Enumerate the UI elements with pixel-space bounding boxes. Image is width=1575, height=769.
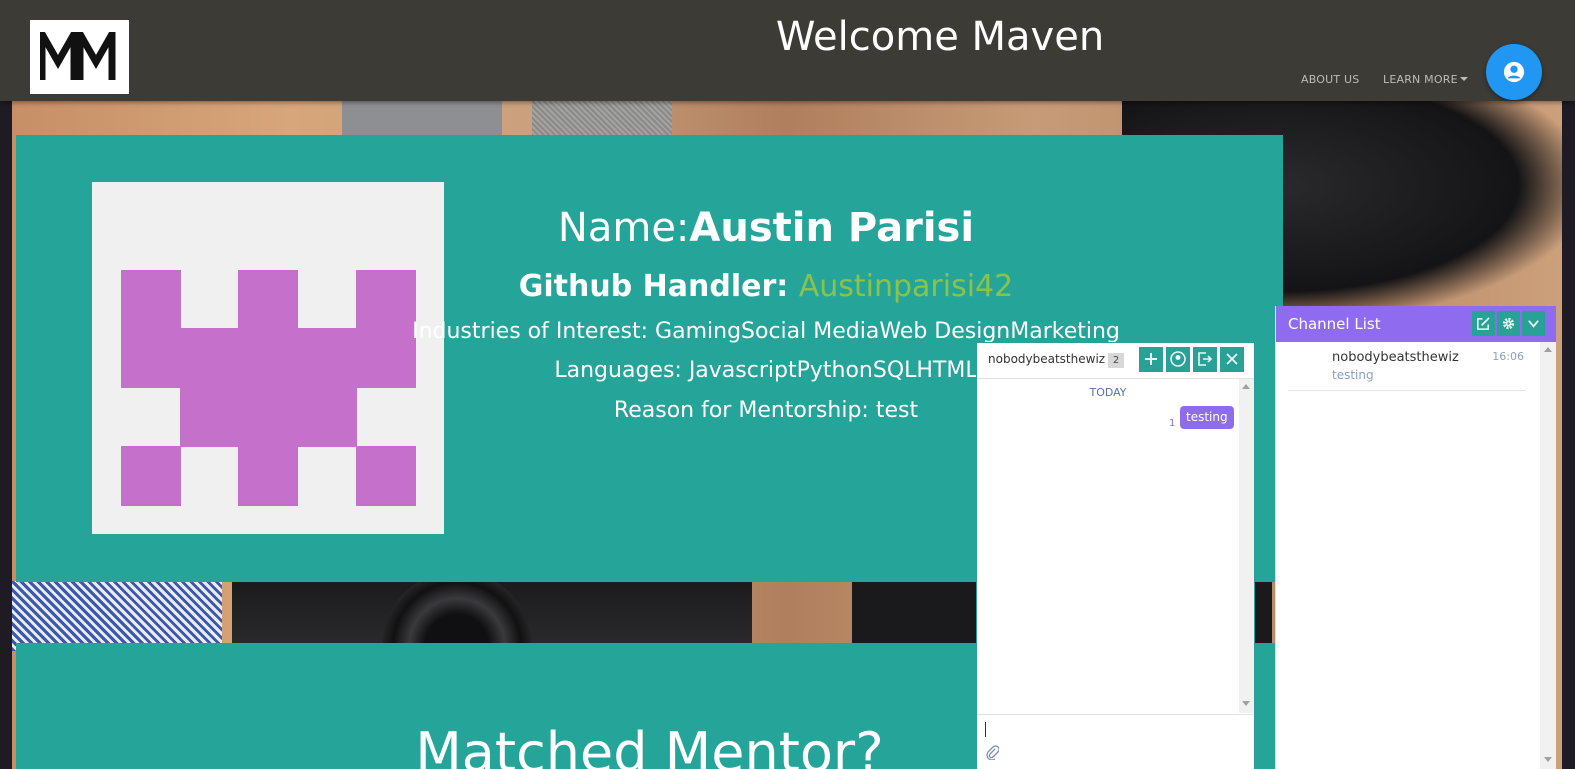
- chat-scrollbar[interactable]: [1239, 379, 1254, 713]
- text-cursor: [985, 722, 986, 737]
- github-handle-value: Austinparisi42: [798, 269, 1014, 304]
- channel-time: 16:06: [1492, 350, 1524, 363]
- scroll-down-arrow-icon[interactable]: [1544, 757, 1552, 762]
- message-input[interactable]: [977, 714, 1254, 769]
- collapse-button[interactable]: [1522, 311, 1545, 336]
- channel-list-title: Channel List: [1288, 315, 1381, 333]
- channel-name: nobodybeatsthewiz: [1332, 350, 1459, 365]
- attachment-icon[interactable]: [985, 744, 999, 760]
- message-bubble: testing: [1180, 406, 1234, 429]
- nav-learn-more[interactable]: LEARN MORE: [1383, 73, 1468, 86]
- github-label: Github Handler:: [518, 269, 789, 304]
- profile-name: Name:Austin Parisi: [16, 205, 1516, 251]
- channel-list-panel: Channel List nobodybeatsthewiz 16:06 tes…: [1275, 306, 1556, 769]
- unread-count: 1: [1169, 418, 1176, 429]
- identicon-block: [356, 446, 416, 506]
- add-icon: [1145, 353, 1157, 365]
- channel-list-item[interactable]: nobodybeatsthewiz 16:06 testing: [1288, 346, 1526, 391]
- channel-last-message: testing: [1332, 368, 1374, 382]
- settings-button[interactable]: [1497, 311, 1520, 336]
- name-value: Austin Parisi: [689, 205, 975, 251]
- close-chat-button[interactable]: [1220, 347, 1244, 372]
- identicon-block: [238, 446, 298, 506]
- close-icon: [1226, 353, 1238, 365]
- members-button[interactable]: [1166, 347, 1190, 372]
- account-circle-icon: [1503, 61, 1525, 83]
- nav-learn-more-label: LEARN MORE: [1383, 73, 1458, 86]
- page-title: Welcome Maven: [775, 14, 1105, 60]
- edit-icon: [1477, 317, 1490, 330]
- account-button[interactable]: [1486, 44, 1542, 100]
- scroll-up-arrow-icon[interactable]: [1242, 384, 1250, 389]
- leave-icon: [1198, 352, 1213, 366]
- chat-channel-name[interactable]: nobodybeatsthewiz: [988, 352, 1105, 366]
- gear-icon: [1502, 317, 1515, 330]
- caret-down-icon: [1459, 77, 1468, 81]
- leave-channel-button[interactable]: [1193, 347, 1217, 372]
- chat-header: nobodybeatsthewiz 2: [977, 343, 1254, 379]
- scroll-down-arrow-icon[interactable]: [1242, 701, 1250, 706]
- invite-button[interactable]: [1139, 347, 1163, 372]
- background-cards: [12, 581, 222, 651]
- name-label: Name:: [557, 205, 690, 251]
- channel-list-header: Channel List: [1276, 306, 1556, 342]
- chevron-down-icon: [1528, 320, 1539, 328]
- new-channel-button[interactable]: [1472, 311, 1495, 336]
- scroll-up-arrow-icon[interactable]: [1544, 347, 1552, 352]
- members-icon: [1170, 351, 1186, 367]
- channel-list-scrollbar[interactable]: [1540, 342, 1556, 769]
- top-navbar: Welcome Maven ABOUT US LEARN MORE: [0, 0, 1575, 101]
- github-handle: Github Handler: Austinparisi42: [16, 269, 1516, 304]
- member-count-badge: 2: [1108, 353, 1124, 368]
- background-object: [532, 101, 672, 136]
- day-separator: TODAY: [1089, 386, 1127, 399]
- identicon-block: [121, 446, 181, 506]
- background-object: [342, 101, 502, 136]
- chat-window: nobodybeatsthewiz 2 TODAY 1 testing: [976, 342, 1255, 769]
- nav-about-us[interactable]: ABOUT US: [1301, 73, 1359, 86]
